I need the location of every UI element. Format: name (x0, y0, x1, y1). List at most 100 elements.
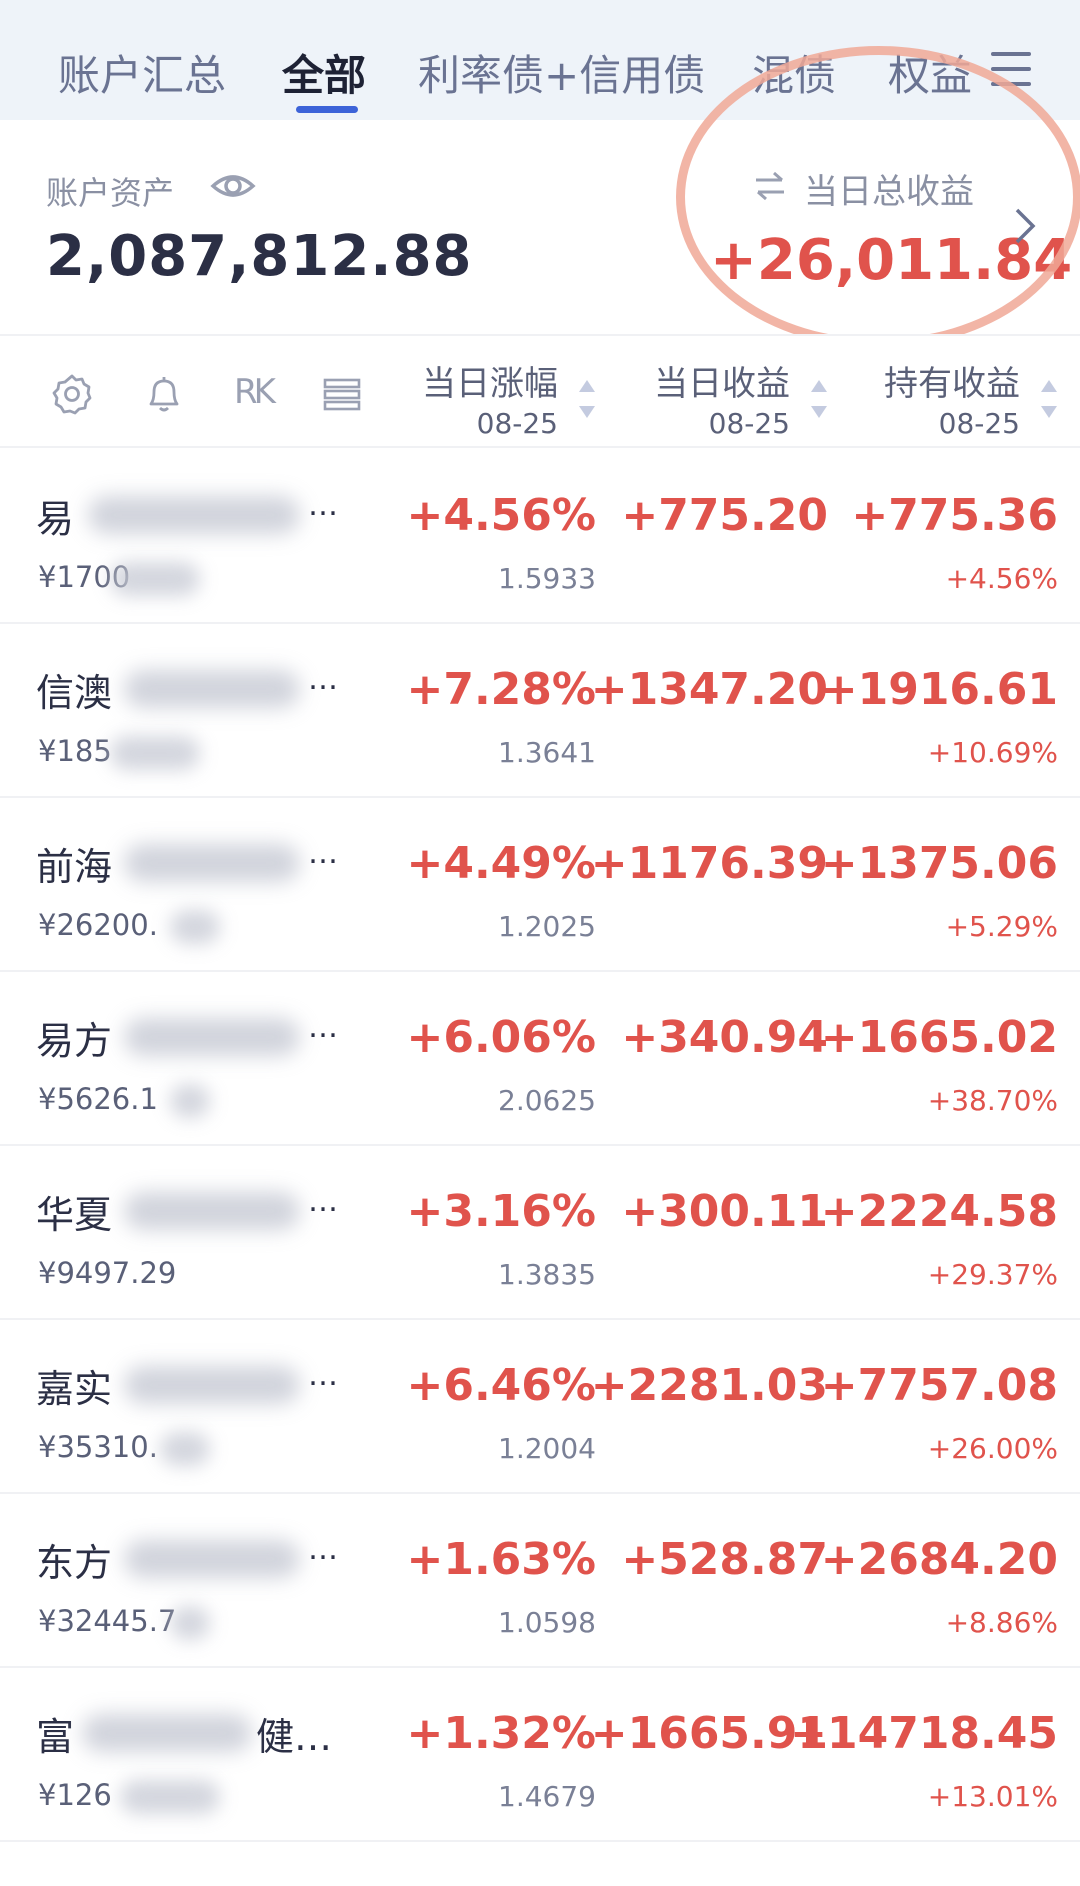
redacted-blur (124, 1366, 300, 1404)
fund-name: 东方 (36, 1541, 113, 1585)
chevron-right-icon[interactable] (1012, 206, 1038, 246)
tab-bar: 账户汇总 全部 利率债+信用债 混债 权益 (0, 0, 1080, 120)
redacted-blur (82, 1714, 252, 1752)
active-tab-indicator (296, 106, 358, 113)
holding-income: +2684.20 (820, 1534, 1058, 1585)
sort-icon[interactable] (1040, 378, 1058, 420)
tab-rate-credit-bonds[interactable]: 利率债+信用债 (418, 42, 705, 103)
name-ellipsis: 健… (256, 1715, 333, 1759)
redacted-blur (124, 1018, 300, 1056)
fund-name: 华夏 (36, 1193, 113, 1237)
tab-account-summary[interactable]: 账户汇总 (58, 42, 226, 103)
fund-amount: ¥26200. (38, 908, 158, 942)
redacted-blur (124, 1192, 300, 1230)
list-view-icon[interactable] (320, 372, 364, 416)
list-header: RK 当日涨幅 08-25 当日收益 08-25 持有收益 08-25 (0, 334, 1080, 448)
fund-name: 嘉实 (36, 1367, 113, 1411)
redacted-blur (170, 1606, 210, 1640)
redacted-blur (120, 1780, 220, 1814)
net-value: 1.4679 (498, 1780, 596, 1813)
redacted-blur (110, 562, 200, 596)
daily-change-pct: +6.46% (406, 1360, 596, 1411)
redacted-blur (110, 736, 200, 770)
name-ellipsis: … (308, 1532, 338, 1567)
holding-income: +1665.02 (820, 1012, 1058, 1063)
header-holding-income[interactable]: 持有收益 08-25 (884, 356, 1020, 440)
total-income-label: 当日总收益 (804, 172, 974, 212)
header-daily-change[interactable]: 当日涨幅 08-25 (422, 356, 558, 440)
holding-income-pct: +8.86% (945, 1606, 1058, 1639)
redacted-blur (160, 1432, 210, 1466)
table-row[interactable]: 易方 … ¥5626.1 +6.06% 2.0625 +340.94 +1665… (0, 972, 1080, 1146)
fund-amount: ¥35310. (38, 1430, 158, 1464)
name-ellipsis: … (308, 1184, 338, 1219)
net-value: 1.3835 (498, 1258, 596, 1291)
daily-change-pct: +1.63% (406, 1534, 596, 1585)
redacted-blur (124, 844, 300, 882)
tab-mixed-bonds[interactable]: 混债 (752, 42, 836, 103)
fund-name: 信澳 (36, 671, 113, 715)
net-value: 1.2025 (498, 910, 596, 943)
daily-change-pct: +4.49% (406, 838, 596, 889)
net-value: 1.2004 (498, 1432, 596, 1465)
net-value: 1.5933 (498, 562, 596, 595)
redacted-blur (170, 910, 220, 944)
table-row[interactable]: 富 健… ¥126 +1.32% 1.4679 +1665.91 +14718.… (0, 1668, 1080, 1842)
bell-icon[interactable] (142, 372, 186, 416)
rk-compare-icon[interactable]: RK (234, 372, 278, 416)
fund-amount: ¥5626.1 (38, 1082, 158, 1116)
gear-icon[interactable] (50, 372, 94, 416)
asset-value: 2,087,812.88 (46, 224, 473, 289)
name-ellipsis: … (308, 1358, 338, 1393)
daily-income: +1347.20 (590, 664, 828, 715)
asset-label: 账户资产 (46, 174, 175, 212)
account-summary: 账户资产 2,087,812.88 当日总收益 +26,011.84 (0, 46, 1080, 348)
net-value: 1.0598 (498, 1606, 596, 1639)
holding-income: +775.36 (851, 490, 1058, 541)
redacted-blur (170, 1084, 210, 1118)
fund-name: 富 (36, 1715, 75, 1759)
daily-income: +528.87 (621, 1534, 828, 1585)
eye-icon[interactable] (210, 166, 256, 206)
sort-icon[interactable] (578, 378, 596, 420)
name-ellipsis: … (308, 488, 338, 523)
redacted-blur (124, 670, 300, 708)
holding-income-pct: +10.69% (927, 736, 1058, 769)
fund-amount: ¥126 (38, 1778, 112, 1812)
menu-icon[interactable] (991, 52, 1031, 86)
table-row[interactable]: 易 … ¥1700 +4.56% 1.5933 +775.20 +775.36 … (0, 450, 1080, 624)
swap-icon[interactable] (752, 168, 788, 204)
table-row[interactable]: 嘉实 … ¥35310. +6.46% 1.2004 +2281.03 +775… (0, 1320, 1080, 1494)
holding-income: +2224.58 (820, 1186, 1058, 1237)
daily-income: +300.11 (621, 1186, 828, 1237)
holding-income-pct: +26.00% (927, 1432, 1058, 1465)
net-value: 1.3641 (498, 736, 596, 769)
tab-equity[interactable]: 权益 (888, 42, 972, 103)
table-row[interactable]: 东方 … ¥32445.7 +1.63% 1.0598 +528.87 +268… (0, 1494, 1080, 1668)
fund-amount: ¥9497.29 (38, 1256, 177, 1290)
holding-income-pct: +13.01% (927, 1780, 1058, 1813)
daily-change-pct: +3.16% (406, 1186, 596, 1237)
table-row[interactable]: 信澳 … ¥185 +7.28% 1.3641 +1347.20 +1916.6… (0, 624, 1080, 798)
fund-name: 易方 (36, 1019, 113, 1063)
daily-change-pct: +6.06% (406, 1012, 596, 1063)
daily-change-pct: +1.32% (406, 1708, 596, 1759)
holding-income-pct: +5.29% (945, 910, 1058, 943)
fund-amount: ¥185 (38, 734, 112, 768)
fund-amount: ¥32445.7 (38, 1604, 177, 1638)
tab-all[interactable]: 全部 (282, 42, 366, 103)
name-ellipsis: … (308, 662, 338, 697)
daily-change-pct: +7.28% (406, 664, 596, 715)
sort-icon[interactable] (810, 378, 828, 420)
holding-income: +1916.61 (820, 664, 1058, 715)
header-daily-income[interactable]: 当日收益 08-25 (654, 356, 790, 440)
holding-income-pct: +29.37% (927, 1258, 1058, 1291)
daily-income: +2281.03 (590, 1360, 828, 1411)
name-ellipsis: … (308, 1010, 338, 1045)
daily-income: +775.20 (621, 490, 828, 541)
name-ellipsis: … (308, 836, 338, 871)
table-row[interactable]: 华夏 … ¥9497.29 +3.16% 1.3835 +300.11 +222… (0, 1146, 1080, 1320)
table-row[interactable]: 前海 … ¥26200. +4.49% 1.2025 +1176.39 +137… (0, 798, 1080, 972)
daily-income: +1176.39 (590, 838, 828, 889)
redacted-blur (88, 496, 300, 534)
